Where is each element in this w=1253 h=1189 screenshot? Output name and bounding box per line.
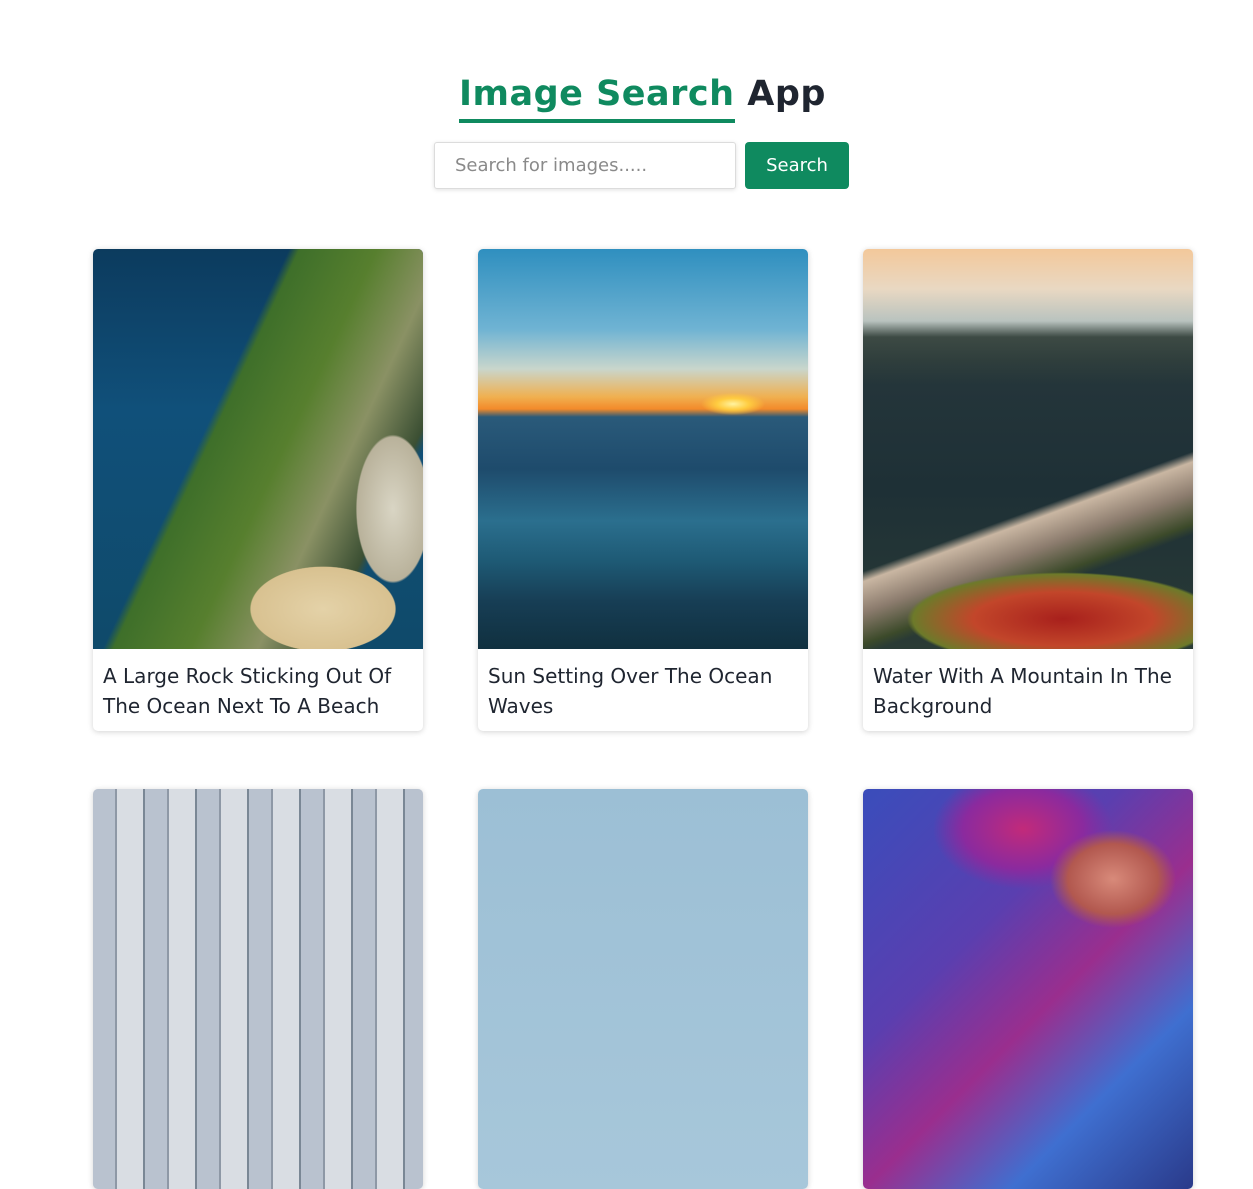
result-card[interactable] [478,789,808,1189]
result-caption: A Large Rock Sticking Out Of The Ocean N… [103,664,392,718]
page-title: Image Search App [0,71,1253,124]
search-input[interactable] [434,142,736,189]
search-button[interactable]: Search [745,142,849,189]
result-image[interactable] [93,789,423,1189]
result-card[interactable] [863,789,1193,1189]
result-image[interactable] [478,249,808,649]
result-caption: Sun Setting Over The Ocean Waves [488,664,773,718]
result-image[interactable] [478,789,808,1189]
result-image[interactable] [863,789,1193,1189]
result-card[interactable]: Sun Setting Over The Ocean Waves [478,249,808,731]
title-plain: App [747,74,826,115]
result-caption: Water With A Mountain In The Background [873,664,1172,718]
result-image[interactable] [93,249,423,649]
result-card[interactable]: A Large Rock Sticking Out Of The Ocean N… [93,249,423,731]
title-accent: Image Search [459,71,735,124]
result-card[interactable]: Water With A Mountain In The Background [863,249,1193,731]
search-form: Search [434,142,850,190]
result-card[interactable] [93,789,423,1189]
result-image[interactable] [863,249,1193,649]
